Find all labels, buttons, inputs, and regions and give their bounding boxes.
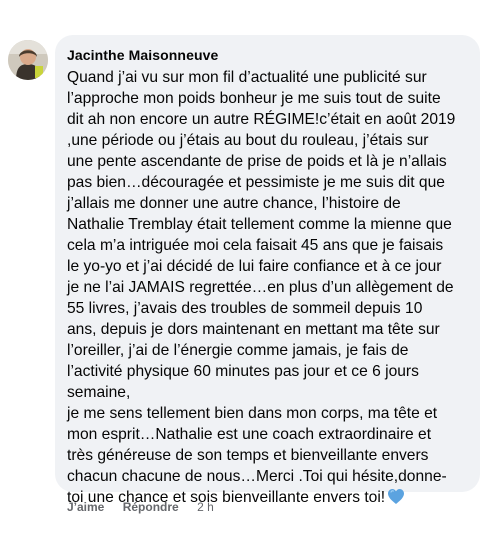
comment-line: dit ah non encore un autre RÉGIME!c’étai… <box>67 111 456 128</box>
comment-line: très généreuse de son temps et bienveill… <box>67 447 429 464</box>
comment-line: pas bien…découragée et pessimiste je me … <box>67 174 445 191</box>
comment-bubble: Jacinthe Maisonneuve Quand j’ai vu sur m… <box>55 35 480 506</box>
comment-line: le yo-yo et j’ai décidé de lui faire con… <box>67 258 442 275</box>
comment-line: 55 livres, j’avais des troubles de somme… <box>67 300 423 317</box>
comment-line: j’allais me donner une autre chance, l’h… <box>67 195 401 212</box>
comment-line: ,une période ou j’étais au bout du roule… <box>67 132 429 149</box>
comment-line: mon esprit…Nathalie est une coach extrao… <box>67 426 432 443</box>
avatar[interactable] <box>8 40 48 80</box>
comment-line: je me sens tellement bien dans mon corps… <box>67 405 438 422</box>
reply-button[interactable]: Répondre <box>123 500 179 514</box>
comment-line: Quand j’ai vu sur mon fil d’actualité un… <box>67 69 427 86</box>
comment-actions: J’aime Répondre 2 h <box>67 499 214 515</box>
comment-line: l’oreiller, j’ai de l’énergie comme jama… <box>67 342 409 359</box>
comment-line: une pente ascendante de prise de poids e… <box>67 153 447 170</box>
comment-line: chacun chacune de nous…Merci .Toi qui hé… <box>67 468 447 485</box>
comment-line: semaine, <box>67 384 131 401</box>
comment-line: je ne l’ai JAMAIS regrettée…en plus d’un… <box>67 279 454 296</box>
comment-line: l’approche mon poids bonheur je me suis … <box>67 90 441 107</box>
comment-timestamp[interactable]: 2 h <box>197 500 214 514</box>
comment-line: cela m’a intriguée moi cela faisait 45 a… <box>67 237 444 254</box>
profile-photo <box>8 40 48 80</box>
comment-text: Quand j’ai vu sur mon fil d’actualité un… <box>67 67 480 511</box>
comment-author[interactable]: Jacinthe Maisonneuve <box>67 46 480 64</box>
like-button[interactable]: J’aime <box>67 500 104 514</box>
comment-line: ans, depuis je dors maintenant en mettan… <box>67 321 440 338</box>
comment-line: l’activité physique 60 minutes pas jour … <box>67 363 419 380</box>
comment-line: Nathalie Tremblay était tellement comme … <box>67 216 452 233</box>
blue-heart-icon <box>387 488 405 511</box>
